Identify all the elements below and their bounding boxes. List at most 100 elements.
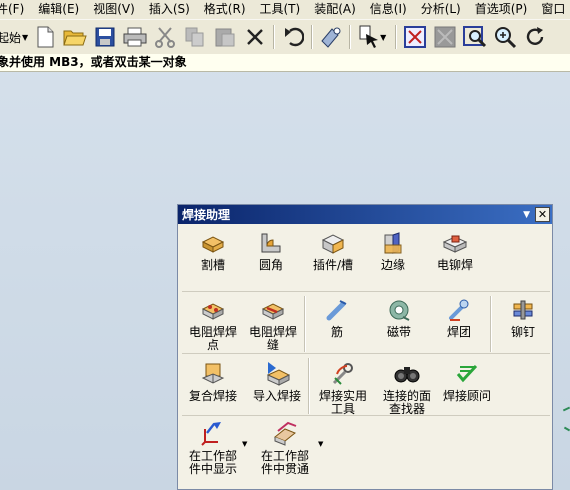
menu-edit[interactable]: 编辑(E) (31, 0, 86, 19)
new-file-button[interactable] (31, 23, 59, 51)
selection-filter-button[interactable] (355, 23, 383, 51)
weld-blob-icon (449, 299, 469, 321)
new-file-icon (37, 26, 54, 48)
fit-button[interactable] (401, 23, 429, 51)
tool-label: 筋 (330, 325, 343, 339)
copy-icon (185, 27, 204, 47)
rib-button[interactable]: 筋 (306, 298, 368, 339)
weld-group-resistance: 电阻焊焊 点 电阻焊焊 缝 筋 磁带 焊团 铆钉 (182, 291, 550, 354)
chevron-down-icon[interactable]: ▼ (242, 440, 247, 448)
start-menu-button[interactable]: 起始 ▼ (0, 29, 30, 46)
print-button[interactable] (121, 23, 149, 51)
menu-view[interactable]: 视图(V) (86, 0, 142, 19)
insert-slot-button[interactable]: 插件/槽 (302, 231, 364, 272)
weld-utilities-button[interactable]: 焊接实用 工具 (312, 362, 374, 416)
panel-title-bar[interactable]: 焊接助理 ▼ ✕ (178, 205, 552, 224)
tape-button[interactable]: 磁带 (368, 298, 430, 339)
delete-icon (247, 29, 264, 45)
tool-label: 边缘 (380, 258, 405, 272)
fit-icon (404, 26, 427, 48)
tool-label: 插件/槽 (312, 258, 354, 272)
zoom-area-icon (463, 26, 487, 48)
groove-icon (201, 236, 225, 253)
insert-slot-icon (321, 234, 345, 254)
resistance-spot-icon (201, 303, 225, 320)
refresh-button[interactable] (431, 23, 459, 51)
menu-tools[interactable]: 工具(T) (253, 0, 308, 19)
zoom-icon (495, 27, 517, 49)
weld-assistant-toolbar: 焊接助理 ▼ ✕ 割槽 圆角 插件/槽 边缘 电铆焊 电阻焊焊 点 电阻焊焊 缝… (177, 204, 553, 490)
tool-label: 复合焊接 (188, 389, 237, 403)
menu-file[interactable]: 件(F) (0, 0, 31, 19)
close-button[interactable]: ✕ (535, 207, 550, 222)
paste-button[interactable] (211, 23, 239, 51)
menu-information[interactable]: 信息(I) (363, 0, 414, 19)
toolbar-divider (395, 25, 398, 49)
standard-toolbar: 起始 ▼ ▼ (0, 19, 570, 55)
chevron-down-icon[interactable]: ▼ (523, 210, 530, 220)
toolbar-divider (311, 25, 314, 49)
combined-weld-button[interactable]: 复合焊接 (182, 362, 244, 403)
tool-label: 在工作部 件中贯通 (260, 449, 309, 476)
tool-label: 焊接顾问 (442, 389, 491, 403)
show-in-work-part-icon (201, 422, 221, 446)
tool-label: 连接的面 查找器 (382, 389, 431, 416)
rivet-weld-icon (442, 235, 468, 253)
cue-line: 象并使用 MB3，或者双击某一对象 (0, 54, 570, 72)
menu-analysis[interactable]: 分析(L) (414, 0, 468, 19)
connected-face-finder-button[interactable]: 连接的面 查找器 (376, 362, 438, 416)
resistance-spot-button[interactable]: 电阻焊焊 点 (182, 298, 244, 352)
resistance-seam-button[interactable]: 电阻焊焊 缝 (242, 298, 304, 352)
menu-format[interactable]: 格式(R) (197, 0, 253, 19)
save-button[interactable] (91, 23, 119, 51)
start-label: 起始 (0, 30, 22, 45)
menu-window[interactable]: 窗口 (534, 0, 570, 19)
resistance-seam-icon (261, 303, 285, 320)
delete-button[interactable] (241, 23, 269, 51)
cut-button[interactable] (151, 23, 179, 51)
panel-title: 焊接助理 (182, 208, 231, 222)
toolbar-divider (349, 25, 352, 49)
axis-mark (563, 426, 570, 432)
command-finder-icon (321, 27, 341, 48)
copy-button[interactable] (181, 23, 209, 51)
zoom-button[interactable] (491, 23, 519, 51)
toolbar-divider (273, 25, 276, 49)
undo-icon (285, 27, 305, 47)
tape-icon (389, 300, 410, 321)
rivet-weld-button[interactable]: 电铆焊 (424, 231, 486, 272)
cut-icon (155, 27, 176, 48)
command-finder-button[interactable] (317, 23, 345, 51)
selection-filter-icon (359, 25, 379, 48)
tool-label: 在工作部 件中显示 (188, 449, 237, 476)
undo-button[interactable] (279, 23, 307, 51)
weld-group-tools: 复合焊接 导入焊接 焊接实用 工具 连接的面 查找器 焊接顾问 (182, 353, 550, 416)
through-work-part-icon (274, 421, 297, 446)
tool-label: 焊接实用 工具 (318, 389, 367, 416)
show-in-work-part-button[interactable]: 在工作部 件中显示 (182, 422, 244, 476)
import-weld-button[interactable]: 导入焊接 (246, 362, 308, 403)
save-icon (95, 27, 115, 47)
refresh-icon (434, 26, 456, 48)
menu-assembly[interactable]: 装配(A) (307, 0, 363, 19)
rotate-button[interactable] (521, 23, 549, 51)
edge-button[interactable]: 边缘 (362, 231, 424, 272)
chevron-down-icon[interactable]: ▼ (318, 440, 323, 448)
weld-advisor-icon (456, 364, 478, 383)
zoom-area-button[interactable] (461, 23, 489, 51)
tool-label: 铆钉 (510, 325, 535, 339)
fillet-icon (261, 233, 281, 253)
through-work-part-button[interactable]: 在工作部 件中贯通 (254, 421, 316, 476)
chevron-down-icon[interactable]: ▼ (380, 33, 386, 42)
menu-preferences[interactable]: 首选项(P) (468, 0, 535, 19)
fillet-button[interactable]: 圆角 (240, 231, 302, 272)
weld-advisor-button[interactable]: 焊接顾问 (436, 362, 498, 403)
rivet-button[interactable]: 铆钉 (492, 298, 554, 339)
weld-blob-button[interactable]: 焊团 (428, 298, 490, 339)
groove-button[interactable]: 割槽 (182, 231, 244, 272)
tool-label: 电阻焊焊 点 (188, 325, 237, 352)
weld-utilities-icon (332, 363, 353, 385)
menu-insert[interactable]: 插入(S) (142, 0, 197, 19)
open-button[interactable] (61, 23, 89, 51)
group-divider (308, 358, 310, 414)
